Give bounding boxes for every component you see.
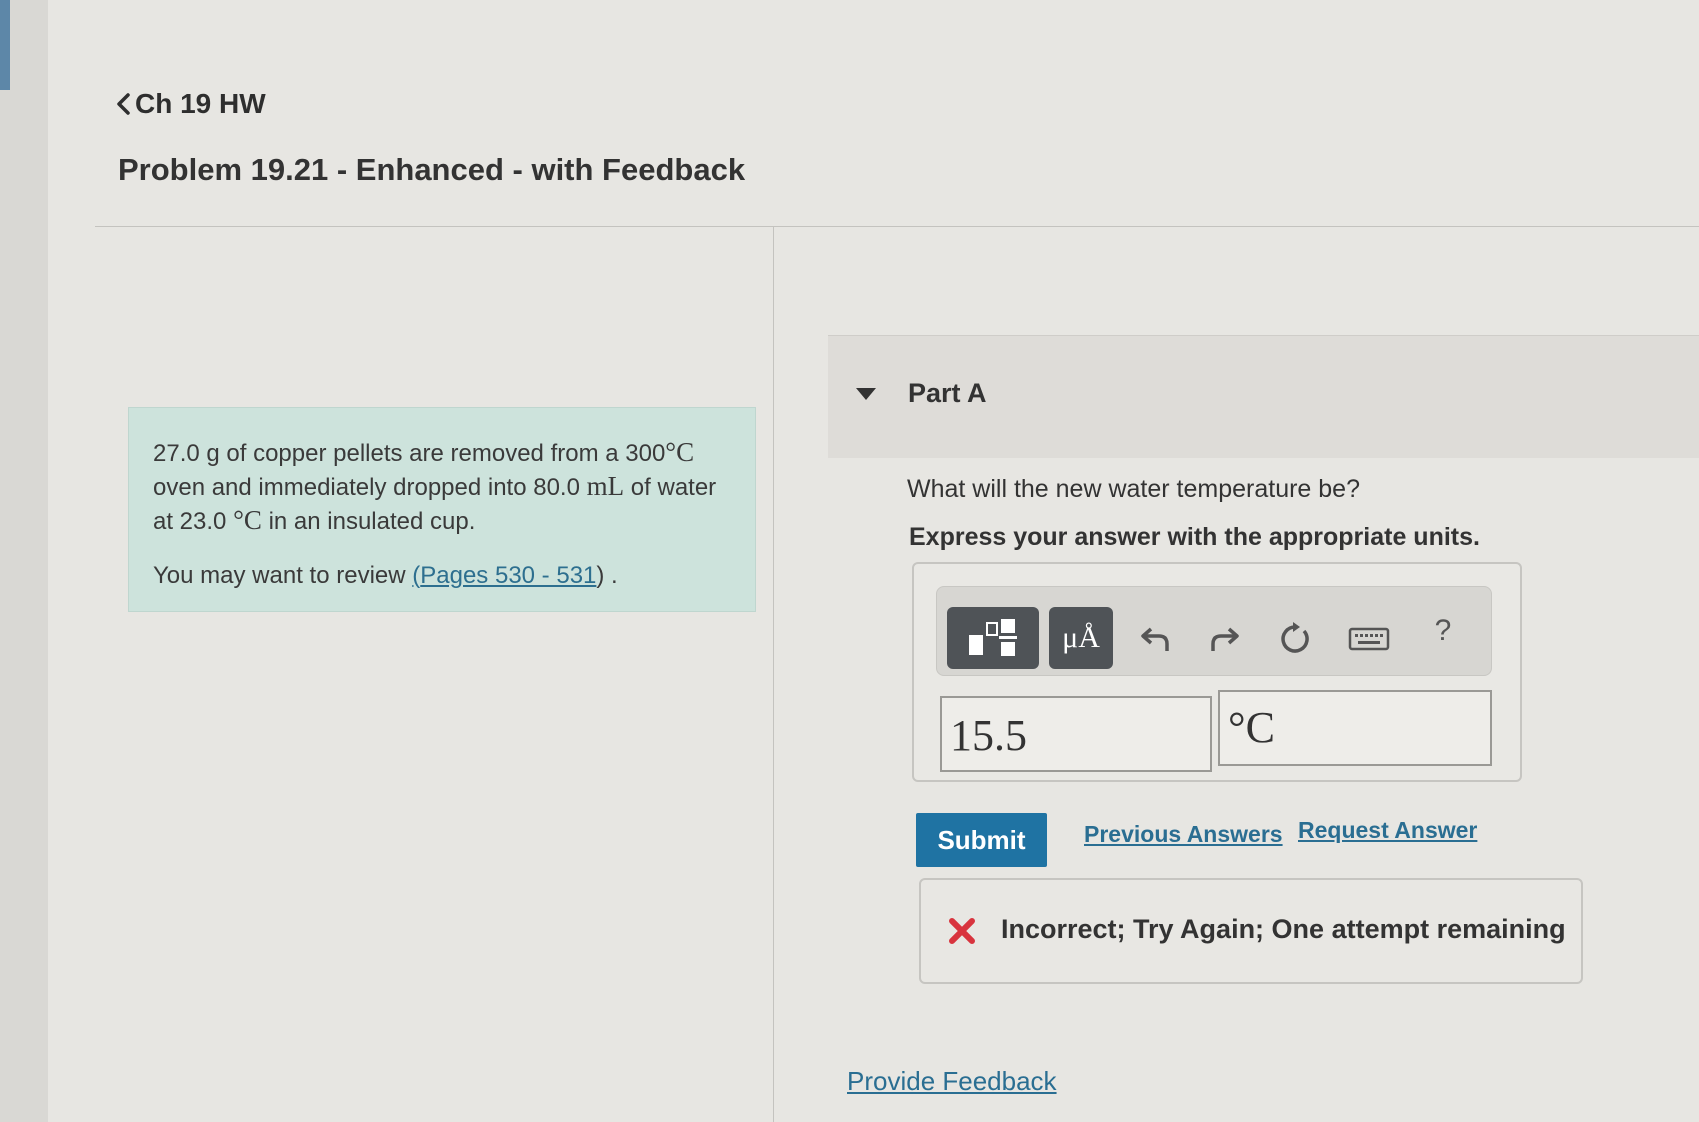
help-label: ? bbox=[1434, 614, 1452, 647]
submit-button[interactable]: Submit bbox=[916, 813, 1047, 867]
redo-icon bbox=[1211, 627, 1239, 651]
review-prefix: You may want to review bbox=[153, 562, 406, 589]
keyboard-button[interactable] bbox=[1343, 617, 1395, 661]
feedback-box: Incorrect; Try Again; One attempt remain… bbox=[919, 878, 1583, 984]
review-note: You may want to review (Pages 530 - 531)… bbox=[153, 560, 731, 592]
answer-instruction: Express your answer with the appropriate… bbox=[909, 523, 1480, 551]
review-pages-link[interactable]: (Pages 530 - 531 bbox=[412, 562, 596, 589]
help-button[interactable]: ? bbox=[1421, 609, 1465, 653]
redo-button[interactable] bbox=[1203, 617, 1247, 661]
back-to-assignment-link[interactable]: Ch 19 HW bbox=[115, 88, 266, 120]
problem-unit-2: mL bbox=[586, 471, 625, 501]
header-divider bbox=[95, 226, 1699, 227]
math-toolbar: μÅ ? bbox=[936, 586, 1492, 676]
undo-button[interactable] bbox=[1133, 617, 1177, 661]
templates-icon bbox=[969, 619, 1017, 656]
chevron-left-icon bbox=[117, 93, 130, 115]
page-title: Problem 19.21 - Enhanced - with Feedback bbox=[118, 152, 746, 187]
left-rail bbox=[0, 0, 49, 1122]
problem-text-part-4: in an insulated cup. bbox=[268, 508, 476, 535]
feedback-message: Incorrect; Try Again; One attempt remain… bbox=[1001, 914, 1566, 944]
previous-answers-link[interactable]: Previous Answers bbox=[1084, 821, 1283, 848]
problem-text-part-2: oven and immediately dropped into 80.0 bbox=[153, 474, 580, 501]
problem-text: 27.0 g of copper pellets are removed fro… bbox=[153, 436, 731, 538]
answer-value-input[interactable]: 15.5 bbox=[940, 696, 1212, 772]
review-close-paren: ) . bbox=[596, 562, 618, 589]
problem-statement: 27.0 g of copper pellets are removed fro… bbox=[128, 407, 756, 612]
left-rail-accent bbox=[0, 0, 10, 90]
units-button-label: μÅ bbox=[1062, 621, 1100, 654]
reset-button[interactable] bbox=[1273, 617, 1317, 661]
column-divider bbox=[773, 226, 774, 1122]
keyboard-icon bbox=[1348, 627, 1390, 651]
part-a-header[interactable]: Part A bbox=[828, 335, 1699, 458]
units-button[interactable]: μÅ bbox=[1049, 607, 1113, 669]
problem-text-part-1: 27.0 g of copper pellets are removed fro… bbox=[153, 440, 666, 467]
request-answer-link[interactable]: Request Answer bbox=[1298, 817, 1477, 844]
problem-unit-1: °C bbox=[665, 437, 695, 467]
undo-icon bbox=[1141, 627, 1169, 651]
back-link-label: Ch 19 HW bbox=[135, 88, 266, 119]
incorrect-x-icon bbox=[949, 918, 975, 944]
templates-button[interactable] bbox=[947, 607, 1039, 669]
provide-feedback-link[interactable]: Provide Feedback bbox=[847, 1066, 1057, 1097]
collapse-toggle-icon[interactable] bbox=[856, 388, 876, 400]
question-prompt: What will the new water temperature be? bbox=[907, 475, 1360, 503]
review-link-label: Pages 530 - 531 bbox=[420, 562, 597, 589]
part-title: Part A bbox=[908, 378, 987, 408]
answer-units-input[interactable]: °C bbox=[1218, 690, 1492, 766]
answer-panel: μÅ ? 15.5 °C bbox=[912, 562, 1522, 782]
reset-icon bbox=[1281, 622, 1309, 653]
problem-unit-3: °C bbox=[233, 505, 262, 535]
